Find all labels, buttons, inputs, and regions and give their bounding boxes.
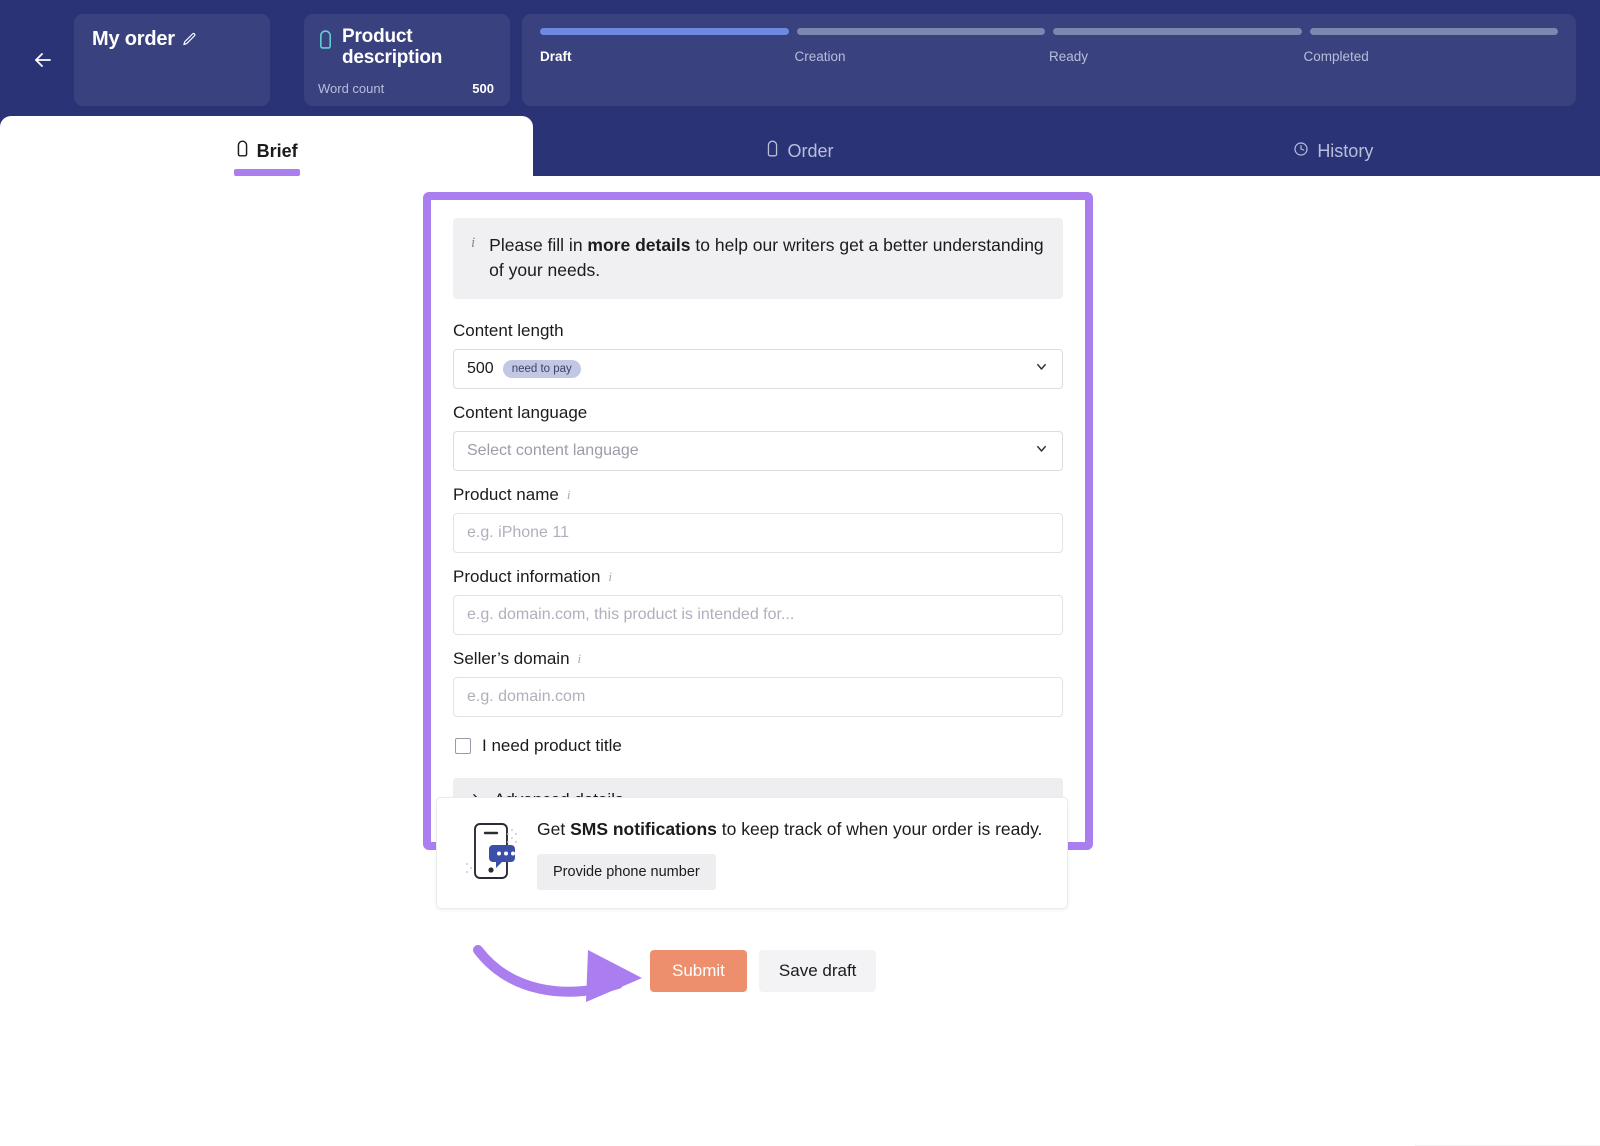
my-order-card[interactable]: My order: [74, 14, 270, 106]
info-text-bold: more details: [587, 235, 690, 255]
progress-segment-completed: [1310, 28, 1559, 35]
field-content-length: Content length 500 need to pay: [453, 321, 1063, 389]
info-icon[interactable]: i: [567, 487, 571, 503]
product-information-label-row: Product information i: [453, 567, 1063, 587]
clock-icon: [1293, 141, 1309, 162]
sms-text-before: Get: [537, 819, 570, 839]
content-length-select[interactable]: 500 need to pay: [453, 349, 1063, 389]
tab-order-label: Order: [787, 141, 833, 162]
content-length-value: 500: [467, 360, 494, 378]
tab-history-label: History: [1317, 141, 1373, 162]
progress-label-creation: Creation: [795, 49, 1050, 64]
tab-order-inner: Order: [766, 140, 833, 176]
info-icon[interactable]: i: [578, 651, 582, 667]
progress-segment-creation: [797, 28, 1046, 35]
tab-order[interactable]: Order: [533, 116, 1066, 176]
chevron-down-icon: [1034, 359, 1049, 379]
progress-labels: Draft Creation Ready Completed: [540, 49, 1558, 64]
product-description-title: Product description: [342, 26, 494, 69]
provide-phone-number-button[interactable]: Provide phone number: [537, 854, 716, 890]
content-language-label: Content language: [453, 403, 587, 423]
word-count-row: Word count 500: [318, 81, 494, 96]
form-actions: Submit Save draft: [650, 950, 876, 992]
phone-message-icon: [463, 818, 519, 889]
info-icon: i: [471, 233, 475, 255]
content-language-select[interactable]: Select content language: [453, 431, 1063, 471]
info-text-before: Please fill in: [489, 235, 587, 255]
content-length-value-wrap: 500 need to pay: [467, 360, 581, 378]
progress-segment-ready: [1053, 28, 1302, 35]
sms-text-after: to keep track of when your order is read…: [717, 819, 1043, 839]
progress-label-completed: Completed: [1304, 49, 1559, 64]
word-count-value: 500: [472, 81, 494, 96]
my-order-label: My order: [92, 28, 175, 51]
pencil-icon[interactable]: [182, 32, 197, 47]
my-order-title-row: My order: [92, 28, 252, 51]
field-product-name: Product name i: [453, 485, 1063, 553]
sms-notifications-card: Get SMS notifications to keep track of w…: [436, 797, 1068, 909]
brief-form-highlighted: i Please fill in more details to help ou…: [423, 192, 1093, 850]
main-content: i Please fill in more details to help ou…: [0, 176, 1600, 1048]
tag-icon: [766, 140, 779, 162]
tag-icon: [236, 140, 249, 162]
product-description-card[interactable]: Product description Word count 500: [304, 14, 510, 106]
content-language-label-row: Content language: [453, 403, 1063, 423]
product-name-input[interactable]: [453, 513, 1063, 553]
tab-active-underline: [234, 169, 300, 176]
sellers-domain-label: Seller’s domain: [453, 649, 570, 669]
sms-card-text: Get SMS notifications to keep track of w…: [537, 818, 1042, 841]
sellers-domain-label-row: Seller’s domain i: [453, 649, 1063, 669]
field-product-information: Product information i: [453, 567, 1063, 635]
progress-label-ready: Ready: [1049, 49, 1304, 64]
info-banner: i Please fill in more details to help ou…: [453, 218, 1063, 299]
info-banner-text: Please fill in more details to help our …: [489, 233, 1045, 283]
product-information-label: Product information: [453, 567, 600, 587]
arrow-left-icon: [31, 48, 55, 72]
progress-label-draft: Draft: [540, 49, 795, 64]
sms-card-body: Get SMS notifications to keep track of w…: [537, 818, 1042, 890]
progress-segment-draft: [540, 28, 789, 35]
field-sellers-domain: Seller’s domain i: [453, 649, 1063, 717]
need-to-pay-badge: need to pay: [503, 360, 581, 378]
product-information-input[interactable]: [453, 595, 1063, 635]
arrow-annotation-icon: [470, 944, 670, 1004]
content-length-label-row: Content length: [453, 321, 1063, 341]
tab-history-inner: History: [1293, 141, 1373, 176]
chevron-down-icon: [1034, 441, 1049, 461]
header-top-row: My order Product description Word count: [0, 0, 1600, 116]
word-count-label: Word count: [318, 81, 384, 96]
order-progress-card: Draft Creation Ready Completed: [522, 14, 1576, 106]
progress-bar-track: [540, 28, 1558, 35]
product-name-label-row: Product name i: [453, 485, 1063, 505]
product-description-head: Product description: [318, 26, 494, 69]
product-title-checkbox-row[interactable]: I need product title: [455, 736, 1063, 756]
back-button[interactable]: [20, 14, 66, 106]
tab-brief[interactable]: Brief: [0, 116, 533, 176]
tag-icon: [318, 30, 333, 54]
save-draft-button[interactable]: Save draft: [759, 950, 877, 992]
product-title-checkbox[interactable]: [455, 738, 471, 754]
tab-bar: Brief Order History: [0, 116, 1600, 176]
tab-history[interactable]: History: [1067, 116, 1600, 176]
content-language-placeholder: Select content language: [467, 442, 639, 460]
sellers-domain-input[interactable]: [453, 677, 1063, 717]
field-content-language: Content language Select content language: [453, 403, 1063, 471]
sms-text-bold: SMS notifications: [570, 819, 717, 839]
submit-button[interactable]: Submit: [650, 950, 747, 992]
product-name-label: Product name: [453, 485, 559, 505]
tab-brief-label: Brief: [257, 141, 298, 162]
product-title-checkbox-label: I need product title: [482, 736, 622, 756]
content-length-label: Content length: [453, 321, 564, 341]
info-icon[interactable]: i: [608, 569, 612, 585]
